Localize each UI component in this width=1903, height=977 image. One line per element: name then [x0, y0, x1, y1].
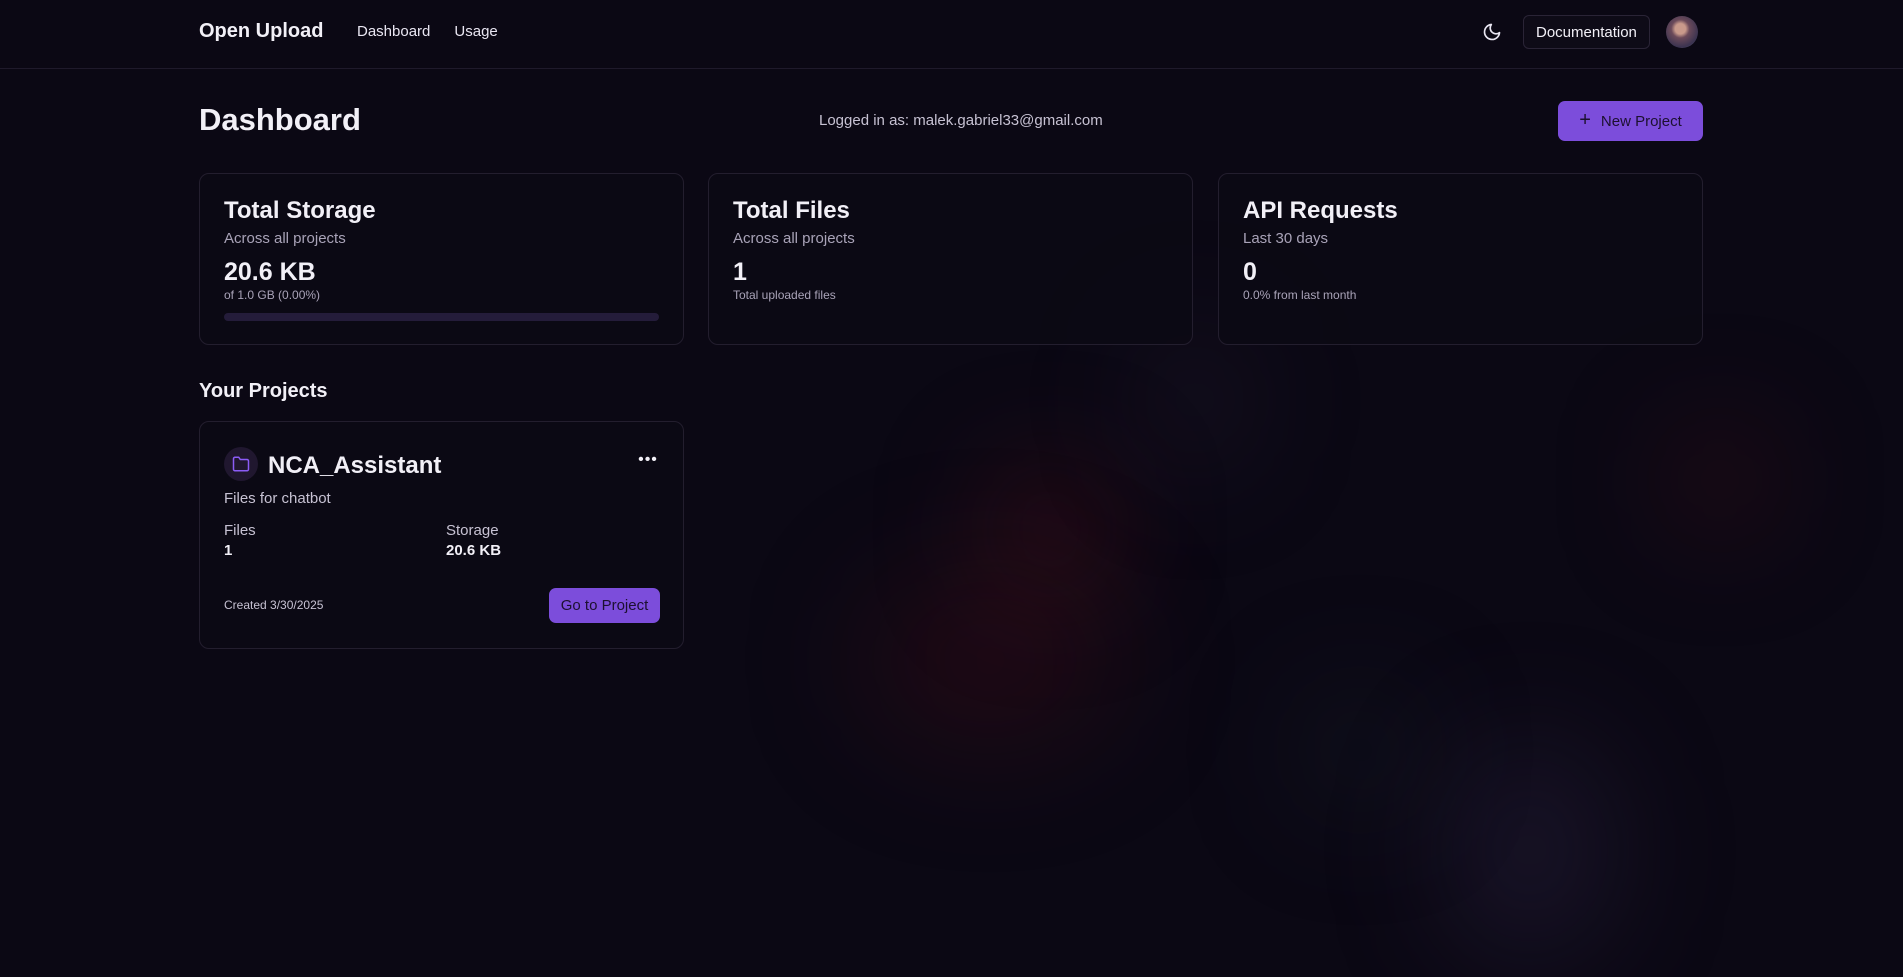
stat-title: API Requests — [1243, 197, 1398, 224]
plus-icon: + — [1579, 109, 1591, 131]
new-project-label: New Project — [1600, 112, 1682, 130]
storage-label: Storage — [446, 522, 499, 539]
project-card: NCA_Assistant ••• Files for chatbot File… — [199, 421, 684, 649]
stat-card-total-storage: Total Storage Across all projects 20.6 K… — [199, 173, 684, 345]
logged-in-text: Logged in as: malek.gabriel33@gmail.com — [819, 112, 1103, 129]
main-nav: Dashboard Usage — [357, 23, 498, 40]
stat-card-api-requests: API Requests Last 30 days 0 0.0% from la… — [1218, 173, 1703, 345]
background-glow — [1450, 740, 1610, 960]
project-name: NCA_Assistant — [268, 452, 442, 479]
files-value: 1 — [224, 542, 233, 559]
background-glow — [1300, 690, 1420, 810]
background-glow — [1150, 330, 1240, 470]
stat-subtitle: Across all projects — [224, 230, 346, 247]
documentation-button[interactable]: Documentation — [1523, 15, 1650, 49]
moon-icon — [1483, 23, 1501, 41]
brand-logo[interactable]: Open Upload — [199, 20, 323, 43]
stat-title: Total Storage — [224, 197, 376, 224]
files-label: Files — [224, 522, 256, 539]
stat-card-total-files: Total Files Across all projects 1 Total … — [708, 173, 1193, 345]
storage-progress-bar — [224, 313, 659, 321]
background-glow — [990, 470, 1110, 590]
new-project-button[interactable]: + New Project — [1558, 101, 1703, 141]
stat-value: 0 — [1243, 258, 1257, 286]
theme-toggle-button[interactable] — [1482, 22, 1502, 42]
stat-note: of 1.0 GB (0.00%) — [224, 288, 321, 302]
stat-note: Total uploaded files — [733, 288, 836, 302]
created-date: Created 3/30/2025 — [224, 598, 324, 612]
stat-title: Total Files — [733, 197, 850, 224]
background-glow — [860, 570, 1120, 750]
stat-note: 0.0% from last month — [1243, 288, 1357, 302]
more-horizontal-icon[interactable]: ••• — [636, 448, 660, 472]
page-title: Dashboard — [199, 102, 361, 137]
stat-value: 1 — [733, 258, 747, 286]
nav-item-usage[interactable]: Usage — [454, 23, 497, 40]
top-navigation-bar: Open Upload Dashboard Usage Documentatio… — [0, 0, 1903, 69]
project-icon-badge — [224, 447, 258, 481]
section-title-your-projects: Your Projects — [199, 380, 328, 402]
user-avatar[interactable] — [1666, 16, 1698, 48]
folder-icon — [232, 456, 250, 472]
nav-item-dashboard[interactable]: Dashboard — [357, 23, 430, 40]
background-glow — [1670, 430, 1770, 530]
stat-subtitle: Across all projects — [733, 230, 855, 247]
stat-value: 20.6 KB — [224, 258, 316, 286]
stat-subtitle: Last 30 days — [1243, 230, 1329, 247]
project-description: Files for chatbot — [224, 490, 331, 507]
storage-value: 20.6 KB — [446, 542, 502, 559]
go-to-project-button[interactable]: Go to Project — [549, 588, 660, 623]
